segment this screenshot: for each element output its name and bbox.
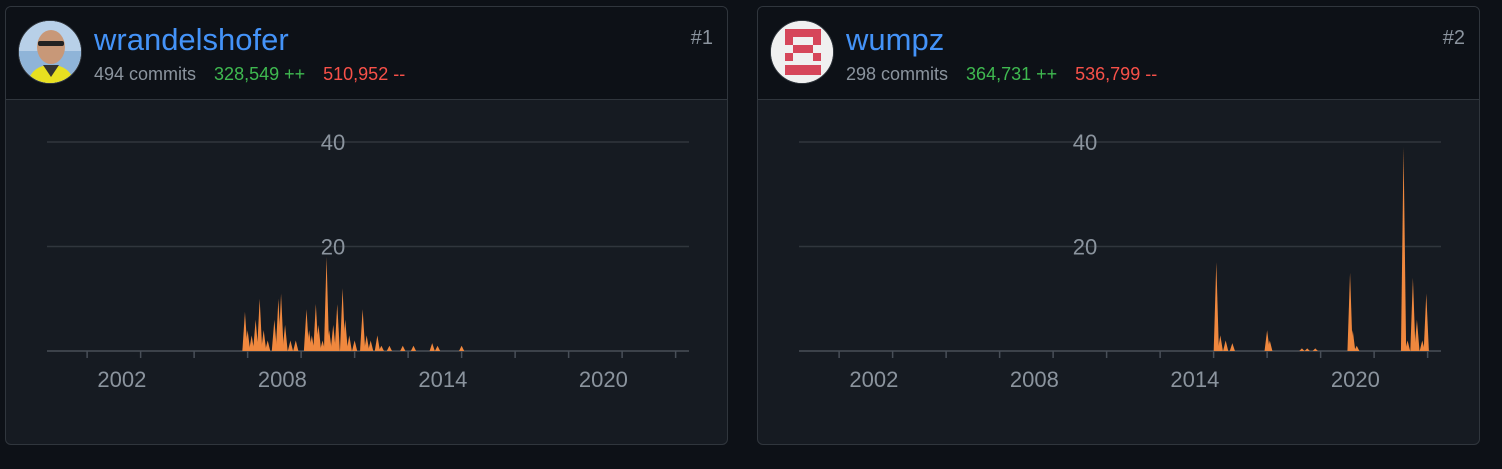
commit-spike [1400,147,1407,351]
commit-spike [1410,277,1416,351]
y-tick-label: 40 [1073,130,1097,155]
commit-spike [346,335,352,351]
commit-spike [360,309,366,351]
rank-label: #1 [690,27,713,49]
contributor-card-1: wrandelshofer 494 commits 328,549 ++ 510,9… [5,6,728,445]
x-tick-label: 2008 [258,367,307,392]
contributor-stats: 298 commits 364,731 ++ 536,799 -- [846,65,1157,83]
commit-spike [352,340,358,351]
commit-spike [261,330,267,351]
commit-spike [1414,319,1420,351]
commit-spike [1213,262,1219,351]
y-tick-label: 20 [321,235,345,260]
person-photo-avatar-icon [19,21,81,83]
commit-spike [287,340,294,351]
username-link[interactable]: wumpz [846,24,944,55]
y-tick-label: 20 [1073,235,1097,260]
commit-spike [1304,348,1310,351]
commit-spike [386,345,392,351]
additions-count: 328,549 ++ [214,64,306,84]
commit-spike [1423,293,1429,351]
commit-spike [374,335,380,351]
x-tick-label: 2008 [1010,367,1059,392]
commit-spike [1223,340,1229,351]
commit-spike [410,345,417,351]
identicon-avatar-icon [771,21,833,83]
y-tick-label: 40 [321,130,345,155]
username-link[interactable]: wrandelshofer [94,24,289,55]
commit-activity-chart: 40 20 2002 2008 2014 2020 [799,130,1441,392]
commit-spike [1312,348,1318,351]
commit-spike [334,303,340,351]
x-tick-label: 2002 [97,367,146,392]
commit-spike [364,335,370,351]
commit-spike [265,340,271,351]
contributor-stats: 494 commits 328,549 ++ 510,952 -- [94,65,405,83]
contributor-card-2: wumpz 298 commits 364,731 ++ 536,799 -- #2… [757,6,1480,445]
rank-label: #2 [1442,27,1465,49]
commit-spike [400,345,406,351]
commit-spike [1299,348,1305,351]
contributor-header: wrandelshofer 494 commits 328,549 ++ 510,9… [6,7,727,100]
avatar[interactable] [18,20,82,84]
commit-spike [293,340,299,351]
deletions-count: 536,799 -- [1075,64,1158,84]
x-tick-label: 2014 [418,367,467,392]
commit-spike [368,340,374,351]
additions-count: 364,731 ++ [966,64,1058,84]
commit-spike [323,256,330,351]
deletions-count: 510,952 -- [323,64,406,84]
commit-spike [429,343,435,351]
commit-spike [459,345,465,351]
x-tick-label: 2002 [849,367,898,392]
commit-spike [257,298,263,351]
contributor-header: wumpz 298 commits 364,731 ++ 536,799 -- #2 [758,7,1479,100]
commit-activity-chart: 40 20 2002 2008 2014 2020 [47,130,689,392]
commit-spike [1229,343,1235,351]
commit-count[interactable]: 494 commits [94,64,196,84]
x-tick-label: 2020 [579,367,628,392]
x-tick-label: 2020 [1331,367,1380,392]
commit-spike [282,324,288,351]
commit-count[interactable]: 298 commits [846,64,948,84]
commit-spike [434,345,441,351]
commit-spike [378,345,384,351]
avatar[interactable] [770,20,834,84]
x-tick-label: 2014 [1170,367,1219,392]
